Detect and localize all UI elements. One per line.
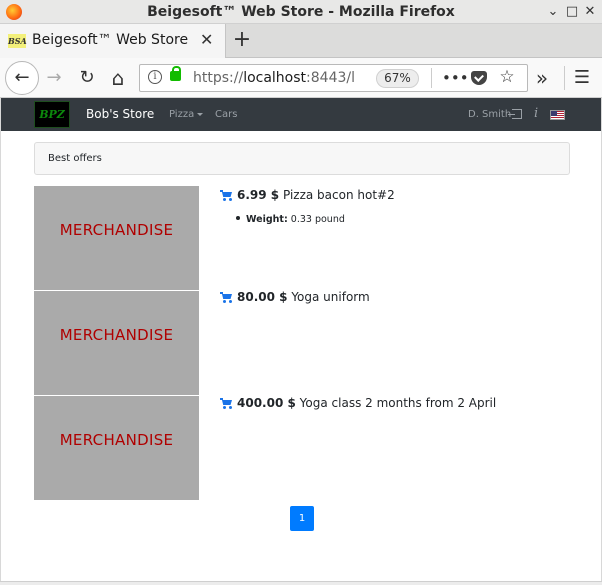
maximize-icon[interactable]: □ [565,4,579,19]
overflow-icon[interactable]: » [526,62,558,94]
minimize-icon[interactable]: ⌄ [546,4,560,19]
url-rest: :8443/l [306,70,355,86]
store-navbar: BPZ Bob's Store Pizza Cars D. Smith i [1,98,601,131]
info-icon[interactable]: i [534,106,538,121]
attribute-label: Weight: [246,214,288,225]
page-actions-icon[interactable]: ••• [442,69,469,87]
page-viewport: BPZ Bob's Store Pizza Cars D. Smith i Be… [0,98,602,581]
lock-icon [170,66,181,81]
reload-icon[interactable]: ↻ [71,62,103,94]
cart-icon[interactable] [220,398,233,409]
cart-icon[interactable] [220,292,233,303]
window-title: Beigesoft™ Web Store - Mozilla Firefox [147,4,455,20]
home-icon[interactable]: ⌂ [102,62,134,94]
url-host: localhost [243,70,307,86]
product-info: 400.00 $ Yoga class 2 months from 2 Apri… [220,396,496,410]
tab-close-icon[interactable]: ✕ [200,30,213,49]
window-titlebar: Beigesoft™ Web Store - Mozilla Firefox ⌄… [0,0,602,24]
navigation-toolbar: ← → ↻ ⌂ i https://localhost:8443/l 67% •… [0,58,602,98]
product-info: 6.99 $ Pizza bacon hot#2 [220,188,395,202]
product-info: 80.00 $ Yoga uniform [220,290,370,304]
logout-icon[interactable] [508,109,522,119]
product-image-label: MERCHANDISE [59,221,174,239]
product-name[interactable]: Yoga uniform [291,290,369,304]
pagination-page-1[interactable]: 1 [290,506,314,531]
bookmark-star-icon[interactable]: ☆ [498,67,516,87]
offers-header: Best offers [34,142,570,175]
product-image[interactable]: MERCHANDISE [34,396,199,500]
url-bar[interactable]: i https://localhost:8443/l 67% ••• ☆ [139,64,528,92]
tab-beigesoft[interactable]: BSA Beigesoft™ Web Store ✕ [0,24,226,58]
url-divider [431,68,432,88]
attribute-value: 0.33 pound [290,214,345,225]
caret-down-icon [197,112,204,116]
bullet-icon [236,216,240,220]
window-bottom-edge [0,581,602,585]
pocket-icon[interactable] [471,71,487,85]
store-logo[interactable]: BPZ [34,101,70,128]
hamburger-menu-icon[interactable]: ☰ [566,62,598,94]
product-image-label: MERCHANDISE [59,326,174,344]
close-window-icon[interactable]: ✕ [583,4,597,19]
back-arrow-icon[interactable]: ← [6,62,38,94]
tab-strip: BSA Beigesoft™ Web Store ✕ + [0,24,602,58]
toolbar-divider [564,66,565,90]
zoom-indicator[interactable]: 67% [376,69,419,88]
url-scheme: https:// [193,70,244,86]
us-flag-icon[interactable] [550,110,565,120]
product-image-label: MERCHANDISE [59,431,174,449]
product-price: 400.00 $ [237,396,296,410]
product-attribute: Weight: 0.33 pound [236,214,345,225]
menu-pizza-label: Pizza [169,109,195,120]
product-price: 80.00 $ [237,290,288,304]
product-name[interactable]: Yoga class 2 months from 2 April [300,396,497,410]
offers-title: Best offers [48,153,102,164]
product-image[interactable]: MERCHANDISE [34,291,199,395]
user-name[interactable]: D. Smith [468,109,511,120]
forward-arrow-icon[interactable]: → [38,62,70,94]
url-text[interactable]: https://localhost:8443/l [193,70,363,86]
product-price: 6.99 $ [237,188,280,202]
store-brand[interactable]: Bob's Store [86,107,154,121]
site-info-icon[interactable]: i [148,70,162,84]
product-name[interactable]: Pizza bacon hot#2 [283,188,395,202]
cart-icon[interactable] [220,190,233,201]
menu-cars[interactable]: Cars [215,109,237,120]
new-tab-icon[interactable]: + [232,27,252,52]
tab-title: Beigesoft™ Web Store [32,32,189,48]
product-image[interactable]: MERCHANDISE [34,186,199,290]
favicon-icon: BSA [8,34,27,48]
menu-pizza[interactable]: Pizza [169,109,204,120]
